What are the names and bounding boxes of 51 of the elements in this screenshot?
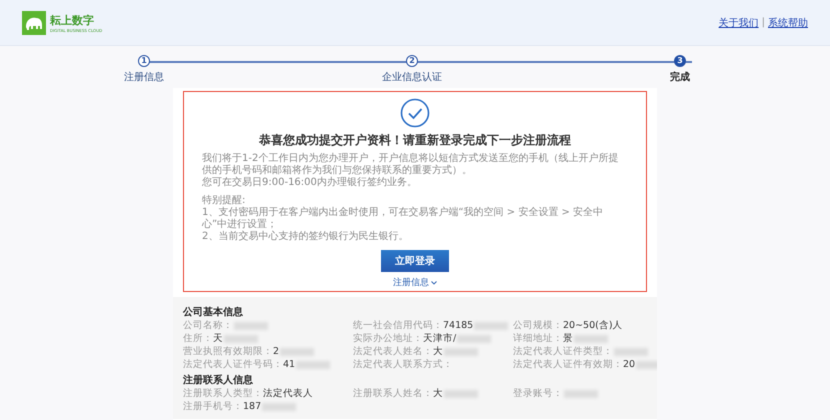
field-label: 详细地址：: [513, 333, 563, 345]
step-number: 2: [406, 55, 418, 67]
field-value: 景: [563, 333, 573, 345]
field-value: 大: [433, 346, 443, 358]
field-value: 2: [273, 346, 280, 358]
step-label: 注册信息: [124, 70, 164, 84]
field-label: 法定代表人联系方式：: [353, 359, 453, 371]
field-value: 74185: [443, 320, 474, 332]
field-label: 法定代表人证件有效期：: [513, 359, 623, 371]
success-title: 恭喜您成功提交开户资料！请重新登录完成下一步注册流程: [259, 132, 571, 149]
step-number: 3: [674, 55, 686, 67]
field-label: 法定代表人证件类型：: [513, 346, 613, 358]
step-label: 完成: [670, 70, 690, 84]
header-link[interactable]: 系统帮助: [768, 16, 808, 30]
field-value: 20: [623, 359, 636, 371]
check-circle-icon: [400, 98, 430, 128]
chevron-down-icon: [431, 280, 437, 284]
field-label: 注册联系人姓名：: [353, 388, 433, 400]
field-label: 登录账号：: [513, 388, 563, 400]
tips-heading: 特别提醒:: [202, 195, 246, 206]
field-label: 统一社会信用代码：: [353, 320, 443, 332]
field-label: 公司规模：: [513, 320, 563, 332]
logo-text: 耘上数字: [50, 12, 95, 28]
field-label: 注册手机号：: [183, 401, 243, 413]
info-paragraph: 我们将于1-2个工作日内为您办理开户，开户信息将以短信方式发送至您的手机（线上开户所提供的手机号码和邮箱将作为我们与您保持联系的重要方式）。: [202, 153, 620, 176]
field-label: 住所：: [183, 333, 213, 345]
field-label: 实际办公地址：: [353, 333, 423, 345]
field-value: 天津市/: [423, 333, 456, 345]
field-label: 营业执照有效期限：: [183, 346, 273, 358]
elephant-logo-icon: [22, 10, 46, 34]
field-value: 天: [213, 333, 223, 345]
field-value: 187: [243, 401, 262, 413]
link-separator: |: [762, 17, 765, 28]
header-link[interactable]: 关于我们: [718, 16, 759, 30]
section-heading: 公司基本信息: [183, 306, 244, 319]
step-label: 企业信息认证: [382, 70, 442, 84]
registration-info-toggle[interactable]: 注册信息: [393, 276, 429, 289]
step-number: 1: [138, 55, 150, 67]
info-paragraph: 您可在交易日9:00-16:00内办理银行签约业务。: [202, 177, 418, 189]
tip-text: 1、支付密码用于在客户端内出金时使用，可在交易客户端“我的空间 > 安全设置 > 安全中心”中进行设置；: [202, 207, 604, 230]
field-value: 20~50(含)人: [563, 320, 623, 332]
field-label: 法定代表人姓名：: [353, 346, 433, 358]
field-value: 法定代表人: [263, 388, 313, 400]
field-value: 大: [433, 388, 443, 400]
field-label: 注册联系人类型：: [183, 388, 263, 400]
field-label: 法定代表人证件号码：: [183, 359, 283, 371]
login-button[interactable]: 立即登录: [381, 250, 449, 272]
section-heading: 注册联系人信息: [183, 373, 254, 387]
field-value: 41: [283, 359, 296, 371]
tip-text: 2、当前交易中心支持的签约银行为民生银行。: [202, 231, 410, 243]
field-label: 公司名称：: [183, 320, 233, 332]
